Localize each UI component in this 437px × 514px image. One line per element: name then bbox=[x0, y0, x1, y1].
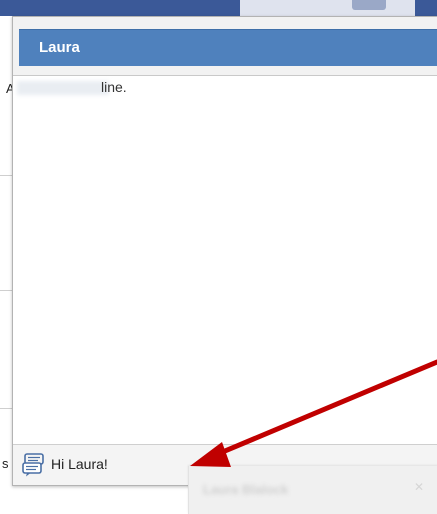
background-top-tab bbox=[352, 0, 386, 10]
chat-window: Laura line. Hi Laura! bbox=[12, 16, 437, 486]
chat-popup-tab[interactable]: Laura Blalock ✕ bbox=[188, 466, 437, 514]
popup-title-blurred: Laura Blalock bbox=[203, 482, 289, 497]
chat-message-input[interactable]: Hi Laura! bbox=[51, 456, 108, 472]
chat-contact-name: Laura bbox=[39, 39, 80, 56]
chat-titlebar[interactable]: Laura bbox=[19, 29, 437, 66]
background-divider bbox=[0, 290, 12, 291]
background-divider bbox=[0, 175, 12, 176]
background-text-fragment: s bbox=[2, 456, 9, 471]
chat-bubbles-icon bbox=[21, 453, 47, 477]
background-top-bar-highlight bbox=[240, 0, 415, 16]
chat-conversation-area[interactable]: line. bbox=[13, 75, 437, 445]
close-icon[interactable]: ✕ bbox=[414, 480, 424, 494]
background-divider bbox=[0, 408, 12, 409]
chat-status-message: line. bbox=[101, 79, 127, 95]
